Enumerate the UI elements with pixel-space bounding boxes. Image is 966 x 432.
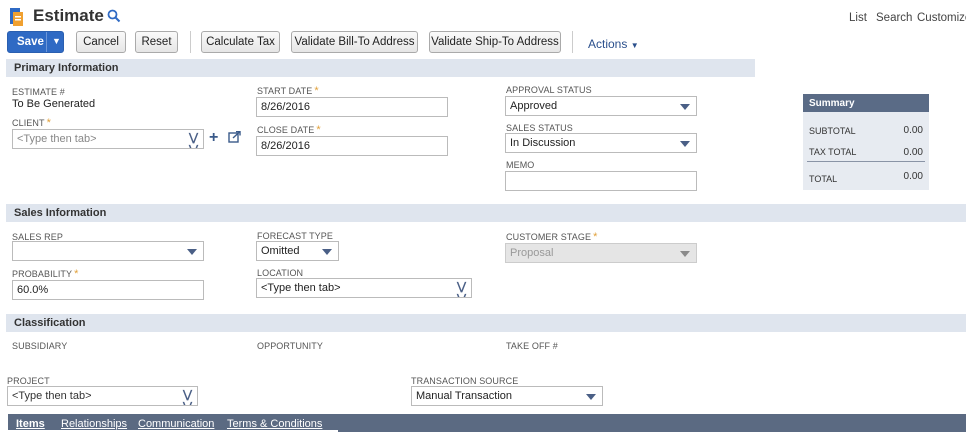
location-label: LOCATION: [257, 268, 304, 278]
calculate-tax-button[interactable]: Calculate Tax: [201, 31, 280, 53]
memo-input[interactable]: [505, 171, 697, 191]
forecast-type-label: FORECAST TYPE: [257, 231, 333, 241]
transaction-source-value: Manual Transaction: [416, 390, 512, 402]
project-input[interactable]: <Type then tab> ⋁⋁: [7, 386, 198, 406]
sales-information-header: Sales Information: [6, 204, 966, 222]
client-input-placeholder: <Type then tab>: [17, 133, 97, 145]
toolbar-divider: [190, 31, 191, 53]
tax-total-label: TAX TOTAL: [809, 147, 857, 157]
double-chevron-down-icon[interactable]: ⋁⋁: [183, 389, 192, 405]
approval-status-label: APPROVAL STATUS: [506, 85, 592, 95]
dropdown-arrow-icon: [322, 249, 332, 255]
subsidiary-label: SUBSIDIARY: [12, 341, 68, 351]
double-chevron-down-icon[interactable]: ⋁⋁: [457, 281, 466, 297]
save-dropdown-arrow-icon[interactable]: ▼: [52, 36, 61, 46]
dropdown-arrow-icon: [680, 251, 690, 257]
sales-rep-select[interactable]: [12, 241, 204, 261]
save-button-label: Save: [17, 36, 44, 48]
actions-caret-icon: ▼: [630, 41, 639, 50]
approval-status-select[interactable]: Approved: [505, 96, 697, 116]
required-marker: *: [74, 268, 79, 280]
tax-total-value: 0.00: [903, 147, 923, 158]
tab-items[interactable]: Items: [16, 418, 45, 430]
sales-status-value: In Discussion: [510, 137, 576, 149]
start-date-input[interactable]: 8/26/2016: [256, 97, 448, 117]
double-chevron-down-icon[interactable]: ⋁⋁: [189, 132, 198, 148]
take-off-label: TAKE OFF #: [506, 341, 558, 351]
page-title: Estimate: [33, 6, 104, 25]
search-link[interactable]: Search: [876, 12, 912, 24]
client-input[interactable]: <Type then tab> ⋁⋁: [12, 129, 204, 149]
summary-panel: Summary SUBTOTAL 0.00 TAX TOTAL 0.00 TOT…: [803, 94, 929, 190]
subtotal-label: SUBTOTAL: [809, 126, 856, 136]
start-date-label: START DATE *: [257, 85, 319, 97]
project-input-placeholder: <Type then tab>: [12, 390, 92, 402]
customer-stage-value: Proposal: [510, 247, 554, 259]
dropdown-arrow-icon: [680, 104, 690, 110]
close-date-label: CLOSE DATE *: [257, 124, 321, 136]
estimate-number-label: ESTIMATE #: [12, 87, 65, 97]
cancel-button[interactable]: Cancel: [76, 31, 126, 53]
forecast-type-value: Omitted: [261, 245, 300, 257]
project-label: PROJECT: [7, 376, 50, 386]
save-button-divider: [46, 32, 47, 52]
estimate-record-icon: [9, 7, 25, 27]
transaction-source-label: TRANSACTION SOURCE: [411, 376, 519, 386]
tab-communication[interactable]: Communication: [138, 418, 214, 430]
dropdown-arrow-icon: [586, 394, 596, 400]
reset-button[interactable]: Reset: [135, 31, 178, 53]
transaction-source-select[interactable]: Manual Transaction: [411, 386, 603, 406]
classification-header: Classification: [6, 314, 966, 332]
subtab-bar: Items Relationships Communication Terms …: [8, 414, 966, 432]
primary-information-header: Primary Information: [6, 59, 755, 77]
summary-title: Summary: [803, 94, 929, 112]
required-marker: *: [46, 117, 51, 129]
location-input[interactable]: <Type then tab> ⋁⋁: [256, 278, 472, 298]
opportunity-label: OPPORTUNITY: [257, 341, 323, 351]
probability-input[interactable]: 60.0%: [12, 280, 204, 300]
estimate-number-value: To Be Generated: [12, 98, 96, 110]
open-client-icon[interactable]: [228, 130, 241, 144]
memo-label: MEMO: [506, 160, 535, 170]
list-link[interactable]: List: [849, 12, 867, 24]
dropdown-arrow-icon: [680, 141, 690, 147]
add-client-icon[interactable]: +: [209, 129, 218, 147]
required-marker: *: [314, 85, 319, 97]
total-value: 0.00: [903, 171, 923, 182]
total-label: TOTAL: [809, 174, 838, 184]
sales-status-select[interactable]: In Discussion: [505, 133, 697, 153]
tab-relationships[interactable]: Relationships: [61, 418, 127, 430]
customer-stage-label: CUSTOMER STAGE *: [506, 231, 598, 243]
approval-status-value: Approved: [510, 100, 558, 112]
close-date-input[interactable]: 8/26/2016: [256, 136, 448, 156]
validate-bill-to-button[interactable]: Validate Bill-To Address: [291, 31, 418, 53]
forecast-type-select[interactable]: Omitted: [256, 241, 339, 261]
subtotal-value: 0.00: [903, 125, 923, 136]
required-marker: *: [316, 124, 321, 136]
customer-stage-select: Proposal: [505, 243, 697, 263]
save-button[interactable]: Save ▼: [7, 31, 64, 53]
search-icon[interactable]: [107, 9, 121, 23]
tab-terms-conditions[interactable]: Terms & Conditions: [227, 418, 322, 430]
actions-menu[interactable]: Actions ▼: [588, 37, 639, 51]
probability-label: PROBABILITY *: [12, 268, 79, 280]
dropdown-arrow-icon: [187, 249, 197, 255]
sales-status-label: SALES STATUS: [506, 123, 573, 133]
customize-link[interactable]: Customize: [917, 12, 966, 24]
validate-ship-to-button[interactable]: Validate Ship-To Address: [429, 31, 561, 53]
summary-divider: [807, 161, 925, 162]
actions-menu-label: Actions: [588, 37, 628, 51]
location-input-placeholder: <Type then tab>: [261, 282, 341, 294]
client-label: CLIENT *: [12, 117, 51, 129]
toolbar-divider: [572, 31, 573, 53]
required-marker: *: [593, 231, 598, 243]
